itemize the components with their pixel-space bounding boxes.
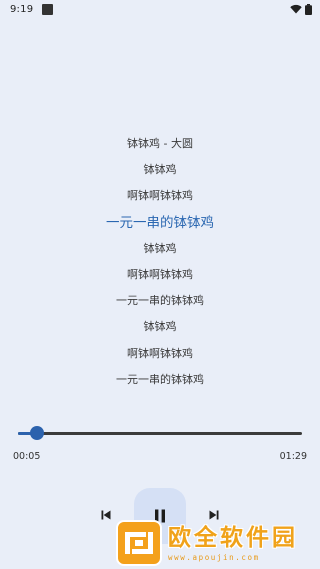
- lyrics-view[interactable]: 钵钵鸡 - 大圆 钵钵鸡 啊钵啊钵钵鸡 一元一串的钵钵鸡 钵钵鸡 啊钵啊钵钵鸡 一元一串的钵…: [0, 131, 320, 393]
- skip-previous-icon: [101, 510, 111, 520]
- lyric-line[interactable]: 啊钵啊钵钵鸡: [0, 183, 320, 209]
- battery-icon: [305, 3, 312, 15]
- previous-button[interactable]: [97, 506, 115, 524]
- elapsed-time: 00:05: [13, 451, 41, 462]
- total-time: 01:29: [279, 451, 307, 462]
- lyric-line[interactable]: 钵钵鸡: [0, 314, 320, 340]
- seek-track[interactable]: [18, 432, 302, 435]
- lyric-line-current[interactable]: 一元一串的钵钵鸡: [0, 210, 320, 236]
- lyric-line[interactable]: 钵钵鸡 - 大圆: [0, 131, 320, 157]
- music-player-screen: 9:19 钵钵鸡 - 大圆 钵钵鸡 啊钵啊钵钵鸡 一元一串的钵钵鸡 钵钵鸡 啊钵啊钵钵鸡一…: [0, 0, 320, 569]
- lyric-line[interactable]: 一元一串的钵钵鸡: [0, 288, 320, 314]
- watermark: 欧全软件园 www.apoujin.com: [116, 518, 314, 568]
- lyric-line[interactable]: 啊钵啊钵钵鸡: [0, 341, 320, 367]
- lyric-line[interactable]: 钵钵鸡: [0, 157, 320, 183]
- watermark-title: 欧全软件园: [168, 524, 298, 551]
- seek-bar[interactable]: [18, 424, 302, 442]
- lyric-line[interactable]: 钵钵鸡: [0, 236, 320, 262]
- notification-icon: [42, 3, 54, 15]
- lyric-line[interactable]: 一元一串的钵钵鸡: [0, 367, 320, 393]
- status-bar: 9:19: [0, 0, 320, 18]
- status-time: 9:19: [10, 3, 34, 15]
- watermark-url: www.apoujin.com: [168, 552, 260, 562]
- watermark-logo: [116, 520, 162, 566]
- seek-thumb[interactable]: [30, 426, 45, 440]
- status-icons: [290, 3, 312, 15]
- watermark-text: 欧全软件园 www.apoujin.com: [168, 525, 298, 562]
- wifi-icon: [290, 4, 302, 14]
- lyric-line[interactable]: 啊钵啊钵钵鸡: [0, 262, 320, 288]
